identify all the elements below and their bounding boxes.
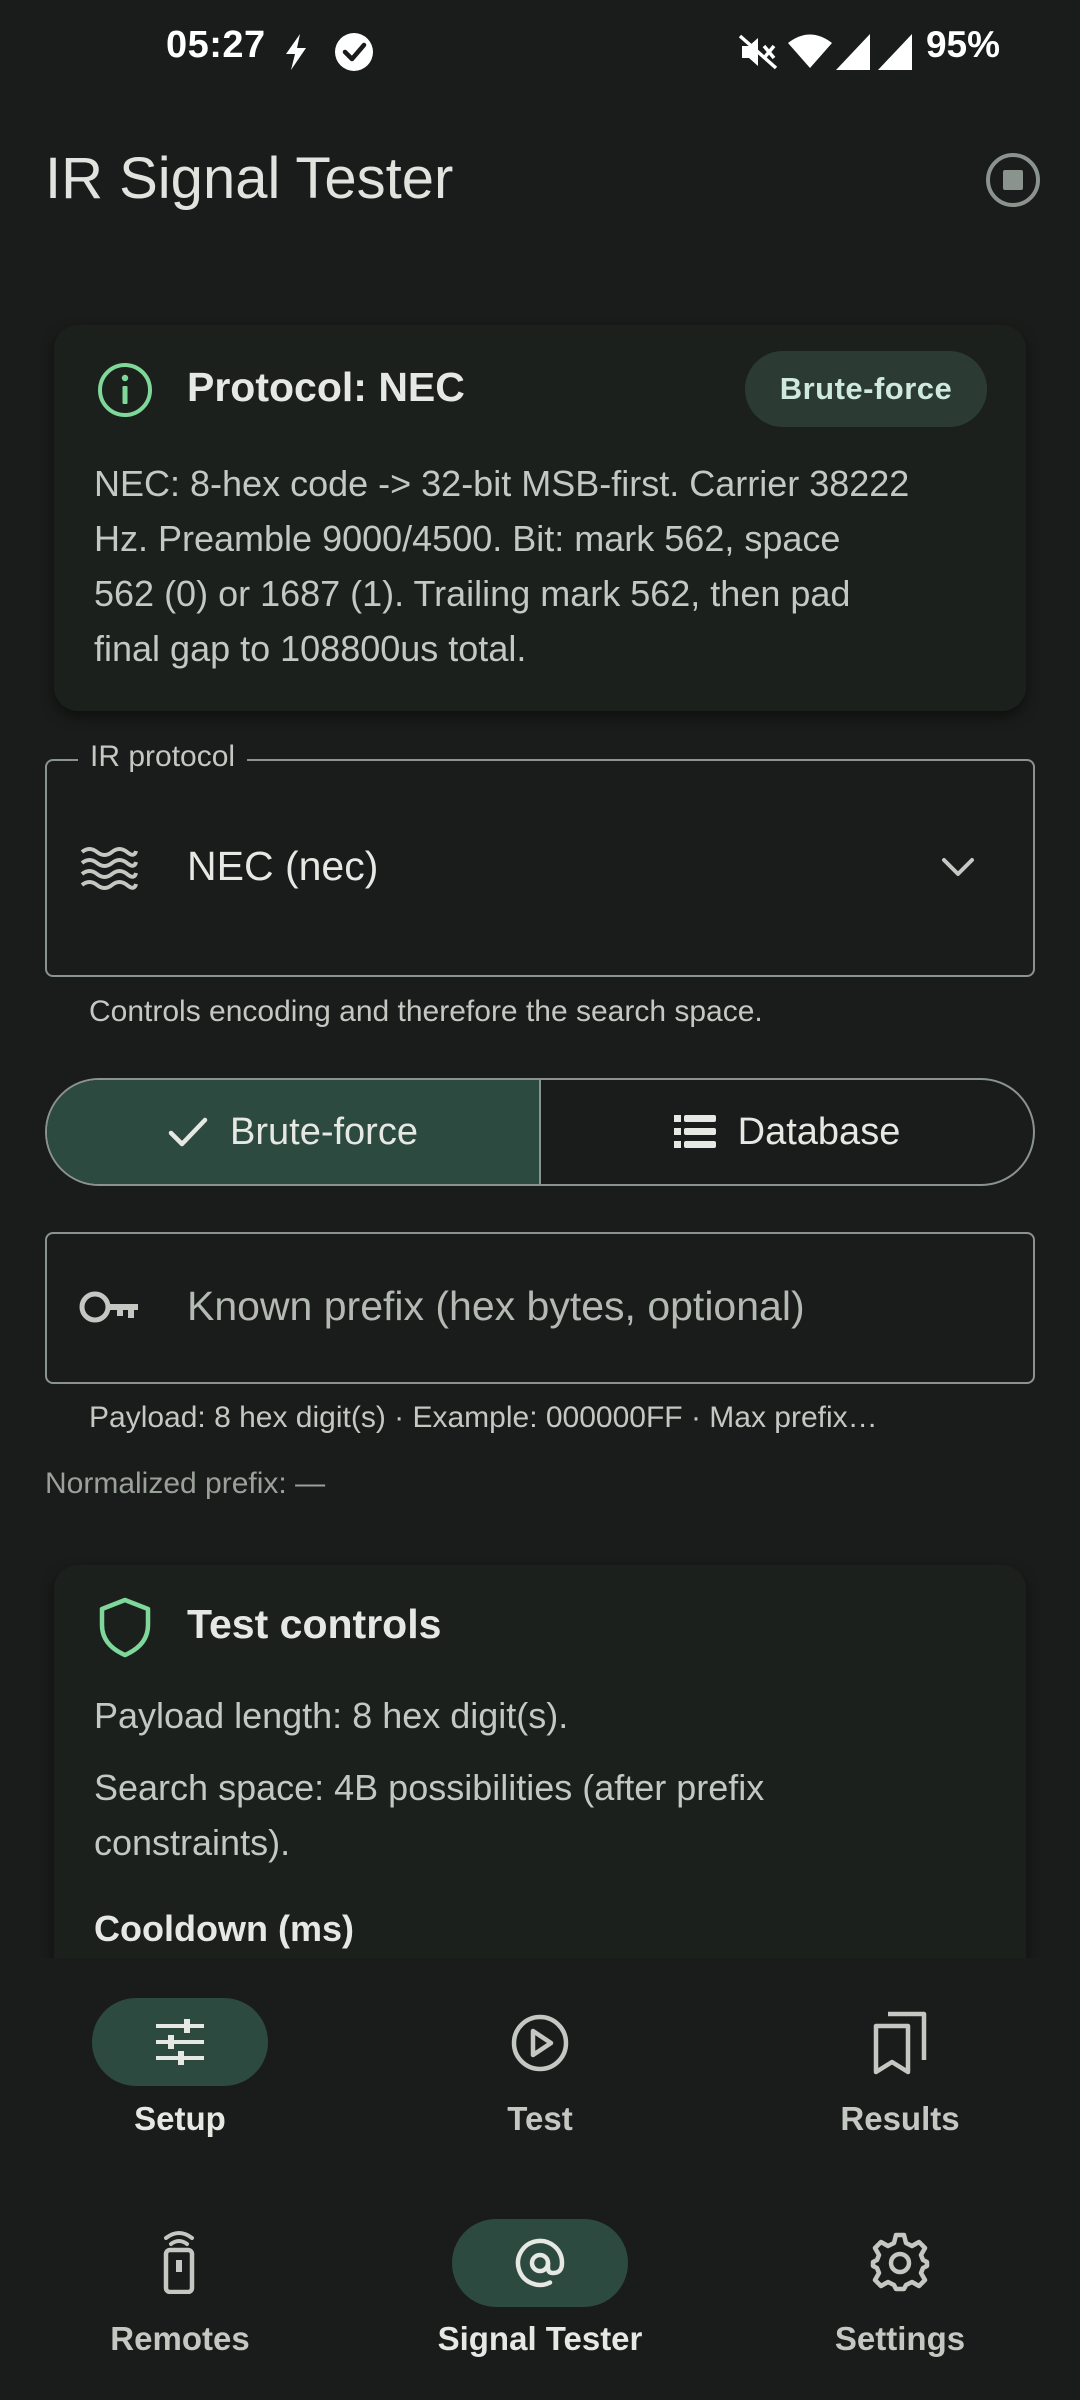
test-controls-title: Test controls xyxy=(187,1601,442,1647)
normalized-prefix: Normalized prefix: — xyxy=(45,1467,326,1500)
tune-icon[interactable] xyxy=(154,2018,206,2066)
mode-badge: Brute-force xyxy=(745,351,987,427)
database-segment[interactable]: Database xyxy=(541,1080,1033,1184)
check-circle-icon xyxy=(335,33,373,71)
info-icon xyxy=(98,363,152,417)
prefix-placeholder: Known prefix (hex bytes, optional) xyxy=(187,1283,805,1329)
prefix-helper-text: Payload: 8 hex digit(s) · Example: 00000… xyxy=(89,1401,878,1434)
search-space-line: Search space: 4B possibilities (after pr… xyxy=(94,1767,765,1808)
shield-icon xyxy=(99,1597,151,1658)
radar-icon[interactable] xyxy=(512,2235,568,2291)
protocol-description-line: 562 (0) or 1687 (1). Trailing mark 562, … xyxy=(94,573,851,614)
gear-icon[interactable] xyxy=(870,2232,930,2292)
protocol-description-line: NEC: 8-hex code -> 32-bit MSB-first. Car… xyxy=(94,463,910,504)
database-icon xyxy=(673,1115,716,1148)
status-time: 05:27 xyxy=(166,24,266,66)
play-circle-icon[interactable] xyxy=(510,2013,570,2073)
search-space-text: Search space: 4B possibilities (after pr… xyxy=(94,1760,994,1870)
check-icon xyxy=(168,1117,208,1147)
tab-setup[interactable]: Setup xyxy=(30,2100,330,2138)
cooldown-label: Cooldown (ms) xyxy=(94,1908,354,1949)
protocol-description-line: Hz. Preamble 9000/4500. Bit: mark 562, s… xyxy=(94,518,841,559)
protocol-select-value: NEC (nec) xyxy=(187,843,379,889)
status-bar: 05:27 95% xyxy=(0,0,1080,100)
charging-icon xyxy=(286,34,306,70)
protocol-description-line: final gap to 108800us total. xyxy=(94,628,527,669)
signal-icon-1 xyxy=(836,34,870,70)
nav-signal-tester[interactable]: Signal Tester xyxy=(390,2320,690,2358)
waves-icon xyxy=(80,847,138,890)
protocol-helper-text: Controls encoding and therefore the sear… xyxy=(89,995,763,1028)
protocol-title: Protocol: NEC xyxy=(187,364,465,410)
wifi-icon xyxy=(788,34,832,68)
tab-test[interactable]: Test xyxy=(390,2100,690,2138)
protocol-select-label: IR protocol xyxy=(78,740,248,774)
search-space-line: constraints). xyxy=(94,1822,291,1863)
tab-results[interactable]: Results xyxy=(750,2100,1050,2138)
battery-level: 95% xyxy=(925,24,1000,65)
protocol-description: NEC: 8-hex code -> 32-bit MSB-first. Car… xyxy=(94,456,1014,676)
key-icon xyxy=(79,1291,138,1323)
signal-icon-2 xyxy=(878,34,912,70)
remote-icon[interactable] xyxy=(156,2228,202,2294)
database-label: Database xyxy=(737,1110,901,1153)
mode-segmented-control: Brute-force Database xyxy=(45,1078,1035,1186)
nav-settings[interactable]: Settings xyxy=(750,2320,1050,2358)
page-title: IR Signal Tester xyxy=(45,146,454,211)
stop-button[interactable] xyxy=(984,151,1042,209)
payload-length-text: Payload length: 8 hex digit(s). xyxy=(94,1695,569,1736)
nav-remotes[interactable]: Remotes xyxy=(30,2320,330,2358)
mute-icon xyxy=(738,34,778,70)
brute-force-segment[interactable]: Brute-force xyxy=(47,1080,541,1184)
chevron-down-icon[interactable] xyxy=(940,855,976,879)
bookmarks-icon[interactable] xyxy=(870,2010,930,2076)
brute-force-label: Brute-force xyxy=(230,1110,418,1153)
